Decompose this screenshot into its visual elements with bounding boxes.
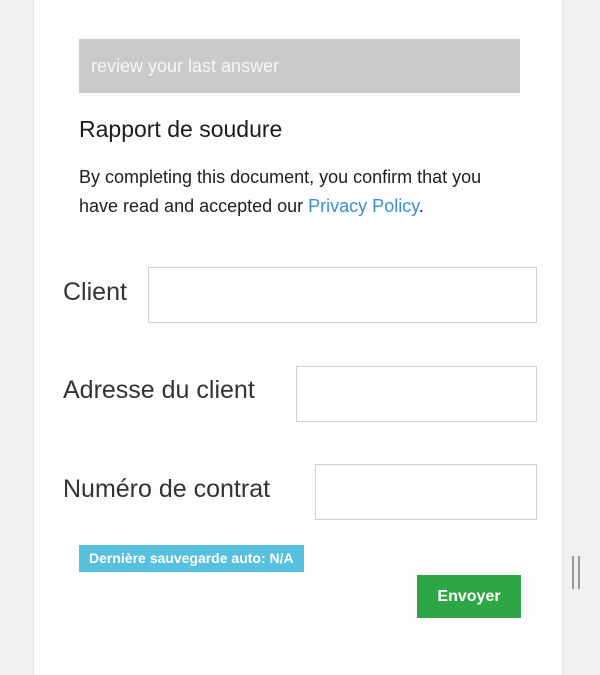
document-title: Rapport de soudure [79,116,283,142]
consent-text: By completing this document, you confirm… [79,163,519,221]
client-address-label: Adresse du client [63,376,255,404]
left-gutter [0,0,33,675]
page: review your last answer Rapport de soudu… [0,0,600,675]
right-gutter [563,0,600,675]
autosave-status-badge: Dernière sauvegarde auto: N/A [79,545,304,572]
consent-suffix: . [418,196,424,216]
contract-number-label: Numéro de contrat [63,475,271,503]
resize-handle-icon[interactable] [572,556,581,589]
form-card: review your last answer Rapport de soudu… [33,0,563,675]
review-last-answer-banner[interactable]: review your last answer [79,39,520,93]
client-label: Client [63,278,127,306]
submit-button[interactable]: Envoyer [417,575,521,618]
privacy-policy-link[interactable]: Privacy Policy [308,196,419,216]
contract-number-input[interactable] [315,464,537,520]
client-address-input[interactable] [296,366,537,422]
client-input[interactable] [148,267,537,323]
